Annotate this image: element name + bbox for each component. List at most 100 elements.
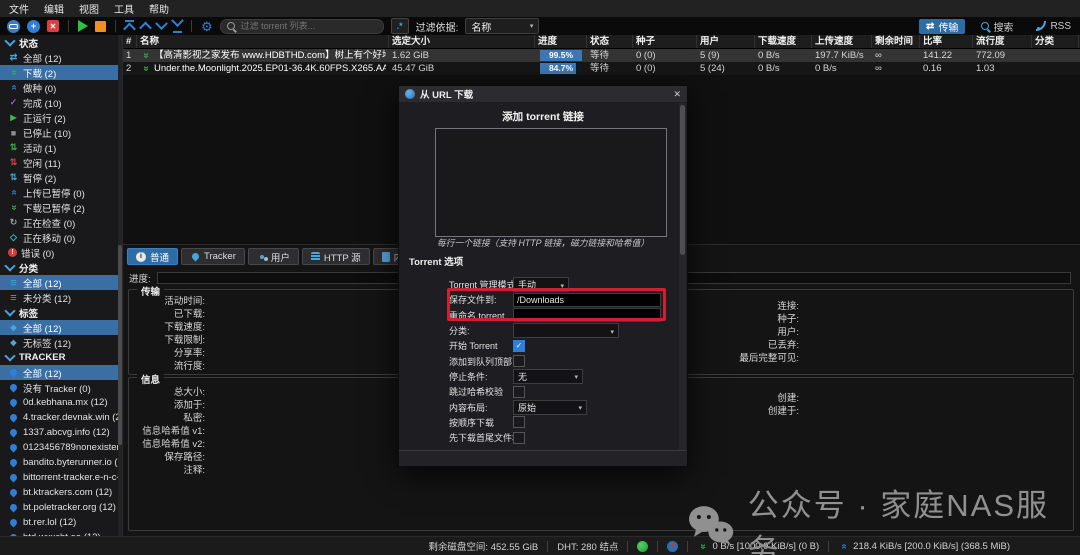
sidebar-item[interactable]: 空闲 (11) [0, 155, 122, 170]
column-header[interactable]: 上传速度 [812, 35, 872, 48]
sidebar-item[interactable]: 下载 (2) [0, 65, 122, 80]
sidebar-item[interactable]: 完成 (10) [0, 95, 122, 110]
column-header[interactable]: # [123, 35, 137, 48]
filter-by-select[interactable]: 名称 ▾ [465, 18, 540, 34]
column-header[interactable]: 流行度 [973, 35, 1032, 48]
move-to-bottom-button[interactable] [171, 14, 184, 33]
dialog-titlebar[interactable]: 从 URL 下载 ✕ [399, 86, 687, 102]
sidebar-item[interactable]: 全部 (12) [0, 275, 122, 290]
sequential-download-checkbox[interactable] [513, 416, 525, 429]
move-down-button[interactable] [155, 16, 168, 30]
options-gear-button[interactable]: ⚙ [201, 20, 213, 33]
move-up-button[interactable] [139, 21, 152, 34]
sidebar-item[interactable]: 无标签 (12) [0, 335, 122, 350]
close-icon[interactable]: ✕ [673, 89, 681, 100]
management-mode-select[interactable]: 手动 [513, 277, 569, 293]
tab-search[interactable]: 搜索 [974, 19, 1020, 34]
content-layout-select[interactable]: 原始 [513, 399, 587, 415]
menu-item[interactable]: 帮助 [149, 1, 169, 16]
sidebar-item-label: 已停止 (10) [23, 128, 72, 140]
sidebar-item[interactable]: 正在检查 (0) [0, 215, 122, 230]
column-header[interactable]: 选定大小 [389, 35, 535, 48]
tab-http-sources[interactable]: HTTP 源 [301, 248, 370, 265]
sidebar-item[interactable]: 下载已暂停 (2) [0, 200, 122, 215]
category-select[interactable] [513, 323, 619, 339]
sidebar-section-title: 标签 [19, 308, 39, 320]
column-header[interactable]: 名称 [137, 35, 389, 48]
stop-condition-select[interactable]: 无 [513, 368, 583, 384]
start-torrent-checkbox[interactable] [513, 339, 525, 352]
first-last-pieces-checkbox[interactable] [513, 431, 525, 444]
add-to-top-of-queue-checkbox[interactable] [513, 355, 525, 368]
delete-button[interactable] [47, 20, 59, 32]
sidebar-item[interactable]: 正在移动 (0) [0, 230, 122, 245]
sidebar-item[interactable]: bittorrent-tracker.e-n-c-r-y-p-t.net [0, 470, 122, 485]
column-header[interactable]: 下载速度 [755, 35, 812, 48]
running-icon [8, 113, 19, 122]
tab-rss[interactable]: RSS [1029, 19, 1078, 34]
add-torrent-link-button[interactable] [7, 19, 20, 33]
column-header[interactable]: 状态 [587, 35, 633, 48]
sidebar-item[interactable]: 0d.kebhana.mx (12) [0, 395, 122, 410]
dialog-scrollbar[interactable] [679, 103, 686, 450]
tab-transfers[interactable]: 传输 [919, 18, 966, 34]
torrent-filter-box[interactable] [219, 18, 384, 34]
column-header[interactable]: 用户 [697, 35, 755, 48]
sidebar-item[interactable]: bt.rer.lol (12) [0, 515, 122, 530]
sidebar-item[interactable]: 全部 (12) [0, 365, 122, 380]
sidebar-item[interactable]: 上传已暂停 (0) [0, 185, 122, 200]
sidebar-item[interactable]: 正运行 (2) [0, 110, 122, 125]
column-header[interactable]: 种子 [633, 35, 697, 48]
sidebar-item[interactable]: 活动 (1) [0, 140, 122, 155]
sidebar-item[interactable]: bt.poletracker.org (12) [0, 500, 122, 515]
regex-filter-button[interactable]: .* [390, 18, 409, 34]
sidebar-item[interactable]: bt.ktrackers.com (12) [0, 485, 122, 500]
column-header[interactable]: 剩余时间 [872, 35, 920, 48]
alternative-speed-icon[interactable] [667, 540, 679, 552]
sidebar-item[interactable]: 暂停 (2) [0, 170, 122, 185]
peers-cell: 5 (24) [700, 63, 725, 74]
skip-hash-check-checkbox[interactable] [513, 385, 525, 398]
sidebar-scrollbar[interactable] [118, 35, 122, 537]
tab-trackers[interactable]: Tracker [181, 248, 245, 265]
column-header[interactable]: 分类 [1032, 35, 1079, 48]
sidebar-item[interactable]: 错误 (0) [0, 245, 122, 260]
tab-peers[interactable]: 用户 [247, 248, 299, 265]
search-icon [981, 22, 990, 30]
stop-button[interactable] [95, 20, 106, 32]
table-row[interactable]: 1 【高清影视之家发布 www.HDBTHD.com】树上有个好地方2：美术老师的… [123, 49, 1080, 62]
torrent-filter-input[interactable] [238, 20, 363, 32]
sidebar-item[interactable]: 已停止 (10) [0, 125, 122, 140]
sidebar-item[interactable]: 未分类 (12) [0, 290, 122, 305]
sidebar-section-header[interactable]: TRACKER [0, 350, 122, 365]
connection-status-icon[interactable] [637, 540, 649, 552]
move-to-top-button[interactable] [123, 20, 136, 36]
rename-torrent-input[interactable] [513, 308, 661, 323]
sidebar-item[interactable]: 0123456789nonexistent.com (12) [0, 440, 122, 455]
start-button[interactable] [78, 20, 88, 32]
save-path-input[interactable]: /Downloads [513, 292, 661, 307]
sidebar-item[interactable]: bandito.byterunner.io (12) [0, 455, 122, 470]
sidebar-item[interactable]: 全部 (12) [0, 320, 122, 335]
sidebar-item-label: bt.ktrackers.com (12) [23, 487, 113, 498]
menu-item[interactable]: 编辑 [44, 1, 64, 16]
sidebar-section-header[interactable]: 标签 [0, 305, 122, 320]
sidebar-item[interactable]: 4.tracker.devnak.win (2) [0, 410, 122, 425]
table-row[interactable]: 2 Under.the.Moonlight.2025.EP01-36.4K.60F… [123, 62, 1080, 75]
sidebar-item[interactable]: 1337.abcvg.info (12) [0, 425, 122, 440]
sidebar-item[interactable]: 没有 Tracker (0) [0, 380, 122, 395]
torrent-links-textarea[interactable] [435, 128, 667, 237]
sidebar-item[interactable]: 全部 (12) [0, 50, 122, 65]
column-header[interactable]: 比率 [920, 35, 973, 48]
menu-item[interactable]: 视图 [79, 1, 99, 16]
sidebar-item[interactable]: 做种 (0) [0, 80, 122, 95]
sidebar-section-header[interactable]: 分类 [0, 260, 122, 275]
tab-general[interactable]: 普通 [127, 248, 179, 265]
sidebar-section-header[interactable]: 状态 [0, 35, 122, 50]
progress-bar: 84.7% [540, 63, 582, 74]
column-header[interactable]: 进度 [535, 35, 587, 48]
menu-item[interactable]: 文件 [9, 1, 29, 16]
add-torrent-file-button[interactable] [27, 19, 40, 33]
dialog-form-row: 重命名 torrent [399, 308, 677, 323]
menu-item[interactable]: 工具 [114, 1, 134, 16]
